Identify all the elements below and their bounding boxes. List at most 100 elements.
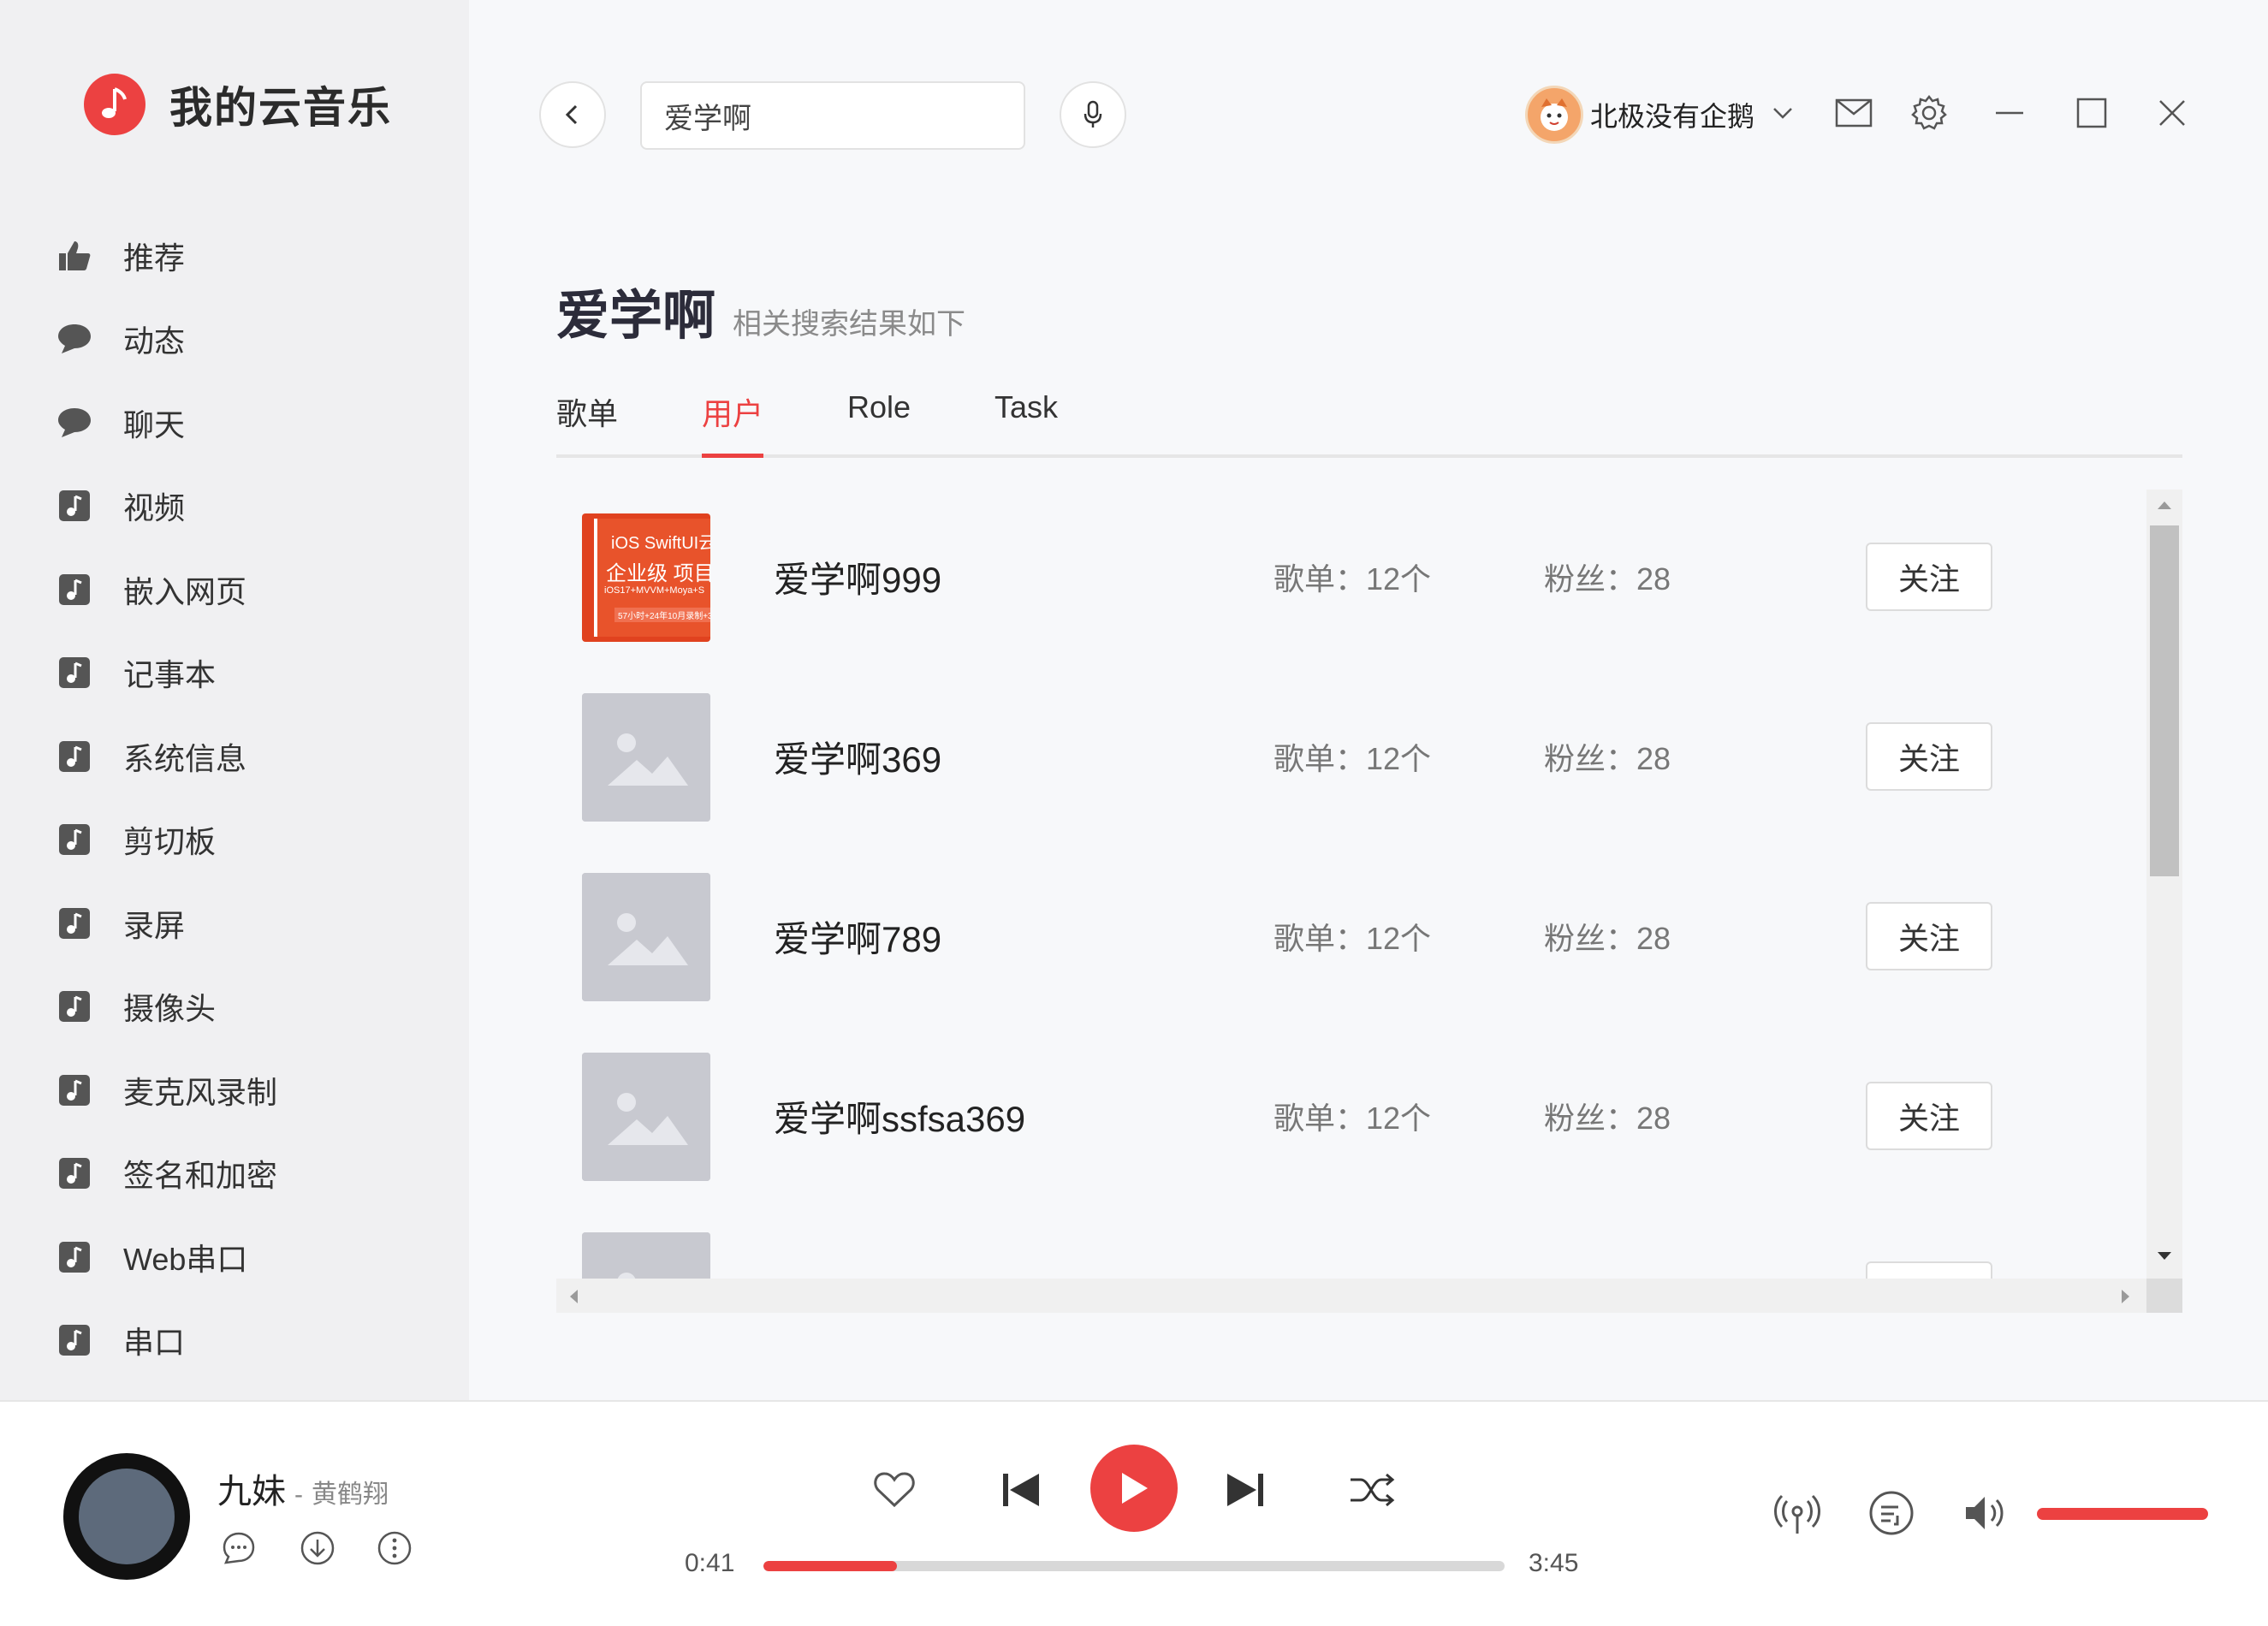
song-info: 九妹 - 黄鹤翔 [217, 1463, 389, 1513]
tab-3[interactable]: Role [847, 389, 911, 454]
sidebar-item-9[interactable]: 录屏 [56, 881, 277, 965]
app-name: 我的云音乐 [169, 84, 392, 132]
tab-1[interactable]: 歌单 [556, 389, 618, 454]
vertical-scroll-thumb[interactable] [2150, 525, 2179, 876]
album-cover[interactable] [63, 1453, 190, 1580]
user-name-link[interactable]: 爱学啊789 [774, 911, 941, 963]
song-artist[interactable]: 黄鹤翔 [312, 1473, 389, 1510]
chevron-down-icon[interactable] [1772, 106, 1794, 124]
sidebar-item-label: 聊天 [123, 406, 186, 442]
comment-icon[interactable] [219, 1528, 258, 1568]
follow-button[interactable] [1866, 1261, 1992, 1279]
tab-label: 歌单 [556, 396, 619, 431]
list-item[interactable] [556, 1208, 2146, 1279]
tab-label: 用户 [702, 396, 764, 431]
follow-button[interactable]: 关注 [1866, 722, 1992, 791]
follow-button[interactable]: 关注 [1866, 902, 1992, 970]
music-note-icon [56, 905, 92, 941]
sidebar: 我的云音乐 推荐动态聊天视频 嵌入网页 记事本系统信息剪切板 录屏摄像头麦克风录制签名… [0, 0, 469, 1400]
horizontal-scrollbar[interactable] [556, 1279, 2146, 1313]
sidebar-item-8[interactable]: 剪切板 [56, 798, 277, 882]
music-note-icon [56, 488, 92, 524]
active-tab-indicator [702, 454, 764, 458]
tab-4[interactable]: Task [994, 389, 1058, 454]
sidebar-item-14[interactable]: 串口 [56, 1299, 277, 1383]
sidebar-item-label: 系统信息 [123, 740, 247, 776]
fans-count: 粉丝：28 [1544, 561, 1671, 596]
sidebar-item-label: 动态 [123, 323, 186, 359]
sidebar-item-10[interactable]: 摄像头 [56, 965, 277, 1049]
gear-icon[interactable] [1909, 92, 1950, 134]
previous-track-icon[interactable] [998, 1467, 1044, 1513]
playlist-icon[interactable] [1866, 1487, 1917, 1539]
user-name-link[interactable]: 爱学啊369 [774, 731, 941, 783]
sidebar-item-label: Web串口 [123, 1241, 248, 1277]
like-heart-icon[interactable] [871, 1467, 917, 1513]
image-placeholder-icon[interactable] [582, 1232, 710, 1279]
playlist-count: 歌单：12个 [1274, 921, 1432, 956]
scroll-right-arrow-icon[interactable] [2121, 1289, 2131, 1304]
user-avatar-image[interactable]: iOS SwiftUI云企业级 项目实iOS17+MVVM+Moya+S 57小时… [582, 513, 710, 642]
play-button[interactable] [1090, 1445, 1178, 1532]
sidebar-item-4[interactable]: 视频 [56, 465, 277, 549]
volume-icon[interactable] [1960, 1487, 2011, 1539]
image-placeholder-icon[interactable] [582, 873, 710, 1001]
next-track-icon[interactable] [1222, 1467, 1268, 1513]
maximize-icon[interactable] [2071, 92, 2112, 134]
sidebar-item-11[interactable]: 麦克风录制 [56, 1048, 277, 1132]
scroll-up-arrow-icon[interactable] [2157, 500, 2172, 510]
image-placeholder-icon[interactable] [582, 693, 710, 822]
broadcast-icon[interactable] [1772, 1487, 1823, 1539]
download-icon[interactable] [298, 1528, 337, 1568]
music-note-icon [56, 1072, 92, 1108]
vertical-scrollbar[interactable] [2146, 490, 2182, 1279]
sidebar-item-label: 串口 [123, 1325, 186, 1361]
sidebar-item-label: 摄像头 [123, 991, 217, 1027]
mail-icon[interactable] [1833, 92, 1874, 134]
back-button[interactable] [539, 81, 606, 148]
volume-slider-fill [2037, 1508, 2208, 1520]
song-separator: - [294, 1481, 303, 1509]
list-item[interactable]: 爱学啊369 歌单：12个 粉丝：28 关注 [556, 669, 2146, 822]
minimize-icon[interactable] [1989, 92, 2030, 134]
user-name-link[interactable]: 爱学啊999 [774, 551, 941, 603]
sidebar-item-7[interactable]: 系统信息 [56, 715, 277, 798]
scroll-left-arrow-icon[interactable] [568, 1289, 579, 1304]
avatar[interactable] [1525, 86, 1583, 144]
voice-search-button[interactable] [1060, 81, 1126, 148]
list-item[interactable]: 爱学啊789 歌单：12个 粉丝：28 关注 [556, 849, 2146, 1001]
sidebar-item-13[interactable]: Web串口 [56, 1215, 277, 1299]
progress-bar[interactable] [763, 1561, 1505, 1571]
image-placeholder-icon[interactable] [582, 1053, 710, 1181]
sidebar-item-6[interactable]: 记事本 [56, 632, 277, 715]
user-name-link[interactable]: 爱学啊ssfsa369 [774, 1090, 1025, 1142]
playlist-count: 歌单：12个 [1274, 1101, 1432, 1136]
follow-button[interactable]: 关注 [1866, 543, 1992, 611]
sidebar-item-1[interactable]: 推荐 [56, 214, 277, 298]
scroll-down-arrow-icon[interactable] [2157, 1251, 2172, 1261]
tab-2[interactable]: 用户 [702, 389, 764, 458]
volume-slider[interactable] [2037, 1508, 2208, 1520]
user-menu[interactable]: 北极没有企鹅 [1525, 86, 1794, 144]
sidebar-item-2[interactable]: 动态 [56, 298, 277, 382]
song-title[interactable]: 九妹 [217, 1463, 286, 1513]
result-list-viewport: iOS SwiftUI云企业级 项目实iOS17+MVVM+Moya+S 57小时… [556, 490, 2146, 1279]
sidebar-item-5[interactable]: 嵌入网页 [56, 548, 277, 632]
more-icon[interactable] [375, 1528, 414, 1568]
search-input[interactable]: 爱学啊 [640, 81, 1025, 150]
sidebar-item-label: 签名和加密 [123, 1158, 278, 1194]
list-item[interactable]: 爱学啊ssfsa369 歌单：12个 粉丝：28 关注 [556, 1029, 2146, 1181]
close-icon[interactable] [2152, 92, 2193, 134]
result-tabs: 歌单 用户 Role Task [556, 389, 2182, 458]
cover-text-line: iOS SwiftUI云 [611, 534, 710, 553]
sidebar-item-12[interactable]: 签名和加密 [56, 1132, 277, 1216]
player-bar: 九妹 - 黄鹤翔 0:41 3:45 [0, 1400, 2268, 1626]
sidebar-item-label: 推荐 [123, 240, 186, 276]
fans-count: 粉丝：28 [1544, 741, 1671, 776]
sidebar-item-3[interactable]: 聊天 [56, 381, 277, 465]
result-list: iOS SwiftUI云企业级 项目实iOS17+MVVM+Moya+S 57小时… [556, 490, 2182, 1313]
shuffle-icon[interactable] [1349, 1467, 1395, 1513]
follow-button[interactable]: 关注 [1866, 1082, 1992, 1150]
search-result-heading: 爱学啊 相关搜索结果如下 [556, 272, 965, 349]
list-item[interactable]: iOS SwiftUI云企业级 项目实iOS17+MVVM+Moya+S 57小时… [556, 490, 2146, 642]
